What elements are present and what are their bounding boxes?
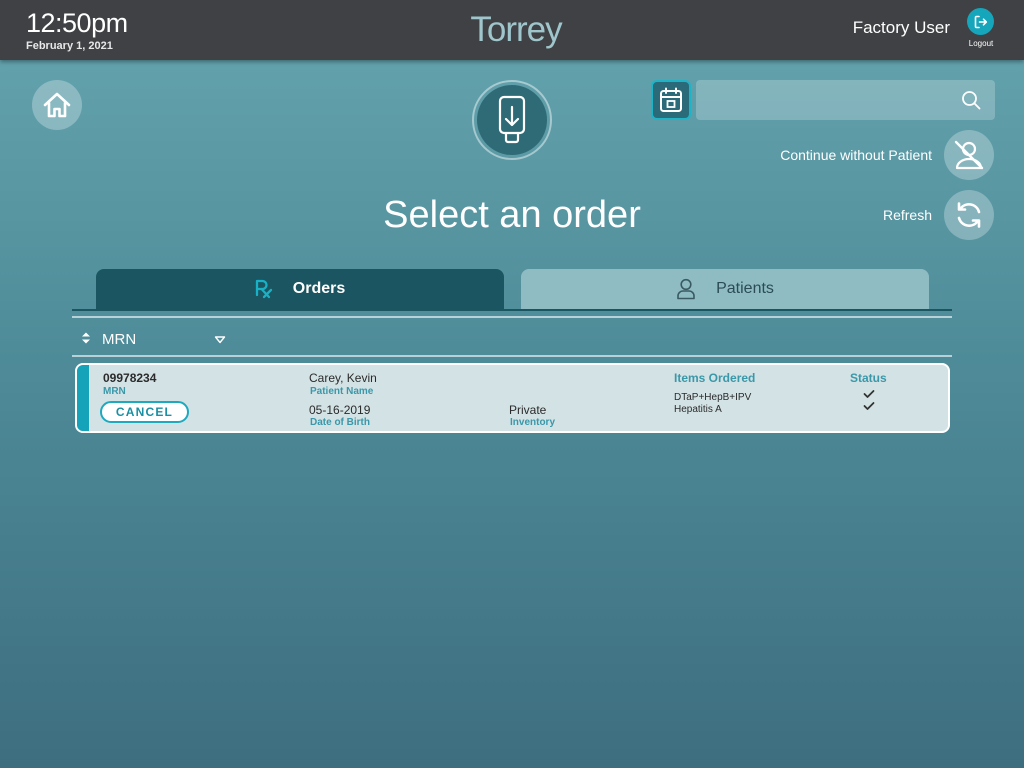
tab-patients-label: Patients: [716, 280, 774, 297]
order-mrn-label: MRN: [103, 386, 126, 397]
tab-orders-label: Orders: [292, 280, 346, 297]
top-bar: 12:50pm February 1, 2021 Torrey Factory …: [0, 0, 1024, 60]
page-title: Select an order: [383, 194, 641, 236]
order-card[interactable]: 09978234 MRN CANCEL Carey, Kevin Patient…: [75, 363, 950, 433]
calendar-button[interactable]: [651, 80, 691, 120]
divider: [72, 355, 952, 357]
search-icon[interactable]: [961, 90, 981, 110]
calendar-icon: [660, 87, 682, 112]
logout-label[interactable]: Logout: [960, 39, 1002, 48]
order-patient-name: Carey, Kevin: [309, 371, 377, 385]
divider: [72, 316, 952, 318]
tab-orders[interactable]: Orders: [96, 269, 504, 309]
home-button[interactable]: [32, 80, 82, 130]
home-icon: [43, 92, 71, 118]
sort-toggle[interactable]: [80, 331, 92, 350]
order-inventory: Private: [509, 403, 547, 417]
search-input[interactable]: [696, 80, 995, 120]
continue-without-patient-button[interactable]: [944, 130, 994, 180]
check-icon: [863, 402, 875, 410]
check-icon: [863, 390, 875, 398]
no-patient-icon: [954, 140, 984, 170]
order-item: DTaP+HepB+IPV: [674, 392, 752, 403]
tab-underline: [72, 309, 952, 311]
order-dob-label: Date of Birth: [310, 417, 370, 428]
order-mrn: 09978234: [103, 371, 157, 385]
rx-icon: [255, 279, 273, 299]
sort-field-label[interactable]: MRN: [102, 331, 136, 348]
continue-without-patient-label[interactable]: Continue without Patient: [780, 147, 932, 163]
cancel-order-button[interactable]: CANCEL: [100, 401, 189, 423]
order-item: Hepatitis A: [674, 404, 722, 415]
order-patient-name-label: Patient Name: [310, 386, 374, 397]
status-header: Status: [850, 371, 887, 385]
scanner-indicator: [472, 80, 552, 160]
logout-button[interactable]: [967, 8, 994, 35]
sort-field-dropdown[interactable]: [214, 332, 226, 350]
order-dob: 05-16-2019: [309, 403, 371, 417]
items-ordered-header: Items Ordered: [674, 371, 756, 385]
tab-patients[interactable]: Patients: [521, 269, 929, 309]
sort-arrows-icon: [82, 332, 90, 344]
logout-icon: [974, 15, 987, 28]
user-name: Factory User: [852, 18, 950, 37]
card-accent: [77, 365, 89, 431]
order-inventory-label: Inventory: [510, 417, 556, 428]
person-icon: [676, 278, 696, 300]
scanner-icon: [498, 95, 526, 144]
search-field: [696, 80, 995, 120]
chevron-down-icon: [214, 336, 226, 344]
